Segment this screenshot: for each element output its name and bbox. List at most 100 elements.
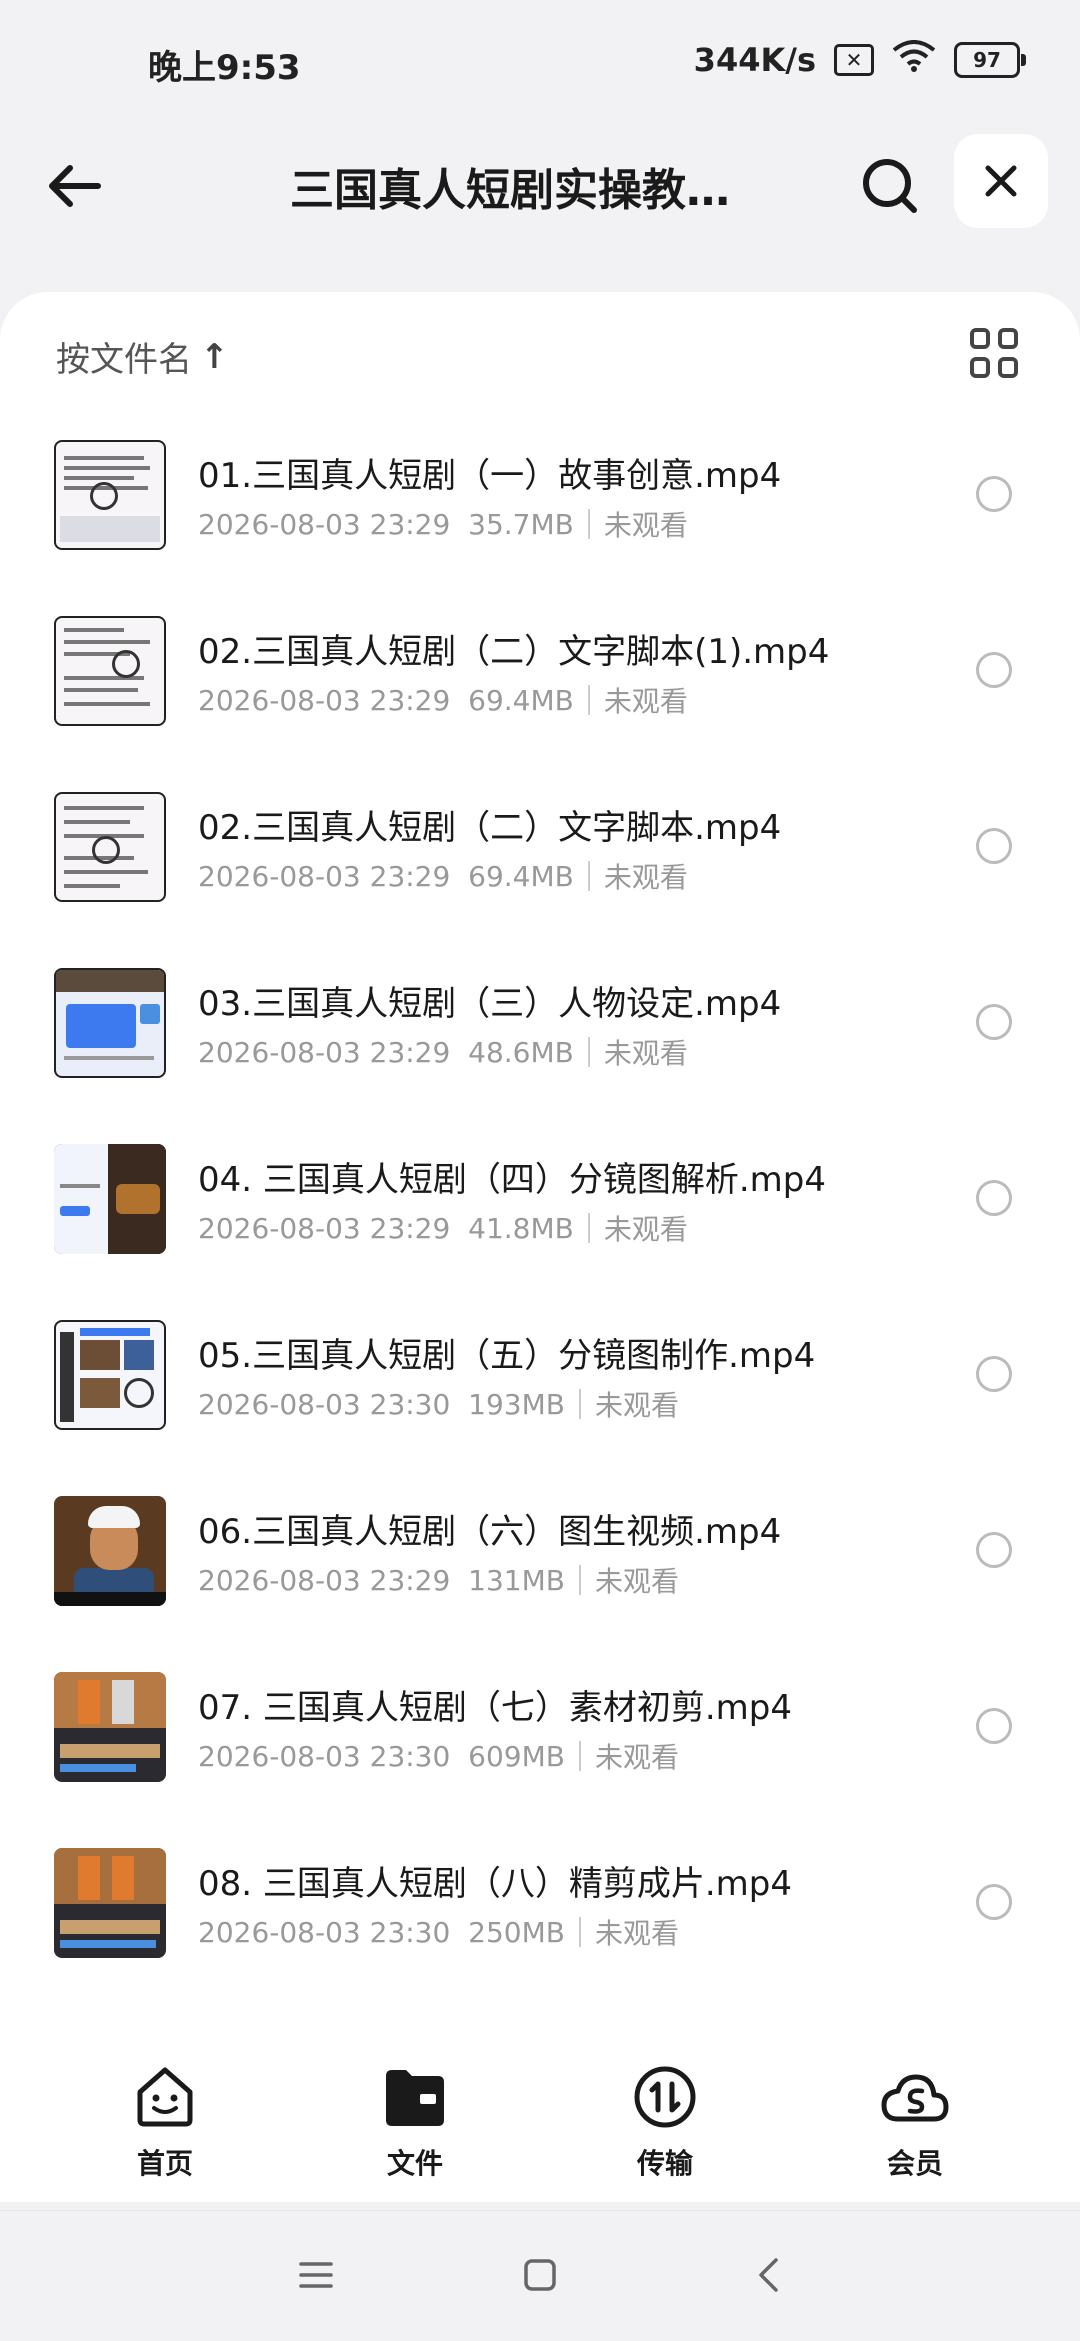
- list-item[interactable]: 04. 三国真人短剧（四）分镜图解析.mp4 2026-08-03 23:29 …: [0, 1134, 1080, 1310]
- file-date: 2026-08-03 23:30: [198, 1739, 451, 1773]
- system-back-button[interactable]: [748, 2255, 788, 2295]
- watch-status: 未观看: [603, 1037, 688, 1070]
- file-meta: 2026-08-03 23:30 193MB 未观看: [198, 1384, 679, 1424]
- video-thumbnail: [54, 1144, 166, 1254]
- select-radio[interactable]: [976, 1708, 1012, 1744]
- divider: [587, 1037, 590, 1067]
- back-chevron-icon: [759, 2258, 778, 2292]
- file-size: 193MB: [468, 1387, 565, 1421]
- sort-label: 按文件名: [56, 340, 192, 380]
- file-name: 02.三国真人短剧（二）文字脚本(1).mp4: [198, 632, 830, 672]
- list-item[interactable]: 03.三国真人短剧（三）人物设定.mp4 2026-08-03 23:29 48…: [0, 958, 1080, 1134]
- watch-status: 未观看: [594, 1565, 679, 1598]
- search-button[interactable]: [852, 148, 928, 224]
- select-radio[interactable]: [976, 828, 1012, 864]
- file-date: 2026-08-03 23:29: [198, 859, 451, 893]
- select-radio[interactable]: [976, 1532, 1012, 1568]
- video-thumbnail: [54, 1320, 166, 1430]
- nav-label: 首页: [136, 2147, 193, 2180]
- select-radio[interactable]: [976, 1884, 1012, 1920]
- video-thumbnail: [54, 792, 166, 902]
- watch-status: 未观看: [603, 861, 688, 894]
- select-radio[interactable]: [976, 476, 1012, 512]
- file-meta: 2026-08-03 23:29 48.6MB 未观看: [198, 1032, 688, 1072]
- file-date: 2026-08-03 23:29: [198, 507, 451, 541]
- status-bar: 晚上9:53 344K/s ✕ 97: [0, 0, 1080, 130]
- wifi-icon: [892, 40, 936, 80]
- watch-status: 未观看: [603, 1213, 688, 1246]
- file-size: 69.4MB: [468, 859, 574, 893]
- file-meta: 2026-08-03 23:29 69.4MB 未观看: [198, 680, 688, 720]
- watch-status: 未观看: [603, 685, 688, 718]
- list-item[interactable]: 02.三国真人短剧（二）文字脚本.mp4 2026-08-03 23:29 69…: [0, 782, 1080, 958]
- list-item[interactable]: 05.三国真人短剧（五）分镜图制作.mp4 2026-08-03 23:30 1…: [0, 1310, 1080, 1486]
- system-home-button[interactable]: [520, 2255, 560, 2295]
- file-size: 609MB: [468, 1739, 565, 1773]
- page-title: 三国真人短剧实操教学...: [290, 165, 770, 216]
- grid-cell: [998, 357, 1018, 378]
- grid-cell: [970, 357, 990, 378]
- vip-cloud-icon: [880, 2062, 950, 2132]
- status-indicators: 344K/s ✕ 97: [693, 40, 1026, 80]
- transfer-icon: [630, 2062, 700, 2132]
- close-button[interactable]: [954, 134, 1048, 228]
- status-time: 晚上9:53: [148, 48, 301, 88]
- select-radio[interactable]: [976, 652, 1012, 688]
- watch-status: 未观看: [603, 509, 688, 542]
- sort-arrow-up-icon: ↑: [200, 336, 229, 377]
- divider: [587, 685, 590, 715]
- divider: [578, 1389, 581, 1419]
- list-item[interactable]: 02.三国真人短剧（二）文字脚本(1).mp4 2026-08-03 23:29…: [0, 606, 1080, 782]
- video-thumbnail: [54, 616, 166, 726]
- nav-label: 文件: [386, 2147, 443, 2180]
- file-size: 48.6MB: [468, 1035, 574, 1069]
- video-thumbnail: [54, 1848, 166, 1958]
- file-meta: 2026-08-03 23:29 69.4MB 未观看: [198, 856, 688, 896]
- divider: [587, 861, 590, 891]
- list-item[interactable]: 07. 三国真人短剧（七）素材初剪.mp4 2026-08-03 23:30 6…: [0, 1662, 1080, 1838]
- network-speed: 344K/s: [693, 41, 816, 79]
- file-date: 2026-08-03 23:29: [198, 1211, 451, 1245]
- system-nav-bar: [0, 2210, 1080, 2341]
- sim-off-icon: ✕: [834, 44, 874, 76]
- close-icon: [985, 165, 1017, 197]
- select-radio[interactable]: [976, 1004, 1012, 1040]
- divider: [578, 1917, 581, 1947]
- list-item[interactable]: 08. 三国真人短剧（八）精剪成片.mp4 2026-08-03 23:30 2…: [0, 1838, 1080, 2014]
- divider: [578, 1741, 581, 1771]
- sort-toggle[interactable]: 按文件名 ↑: [56, 332, 229, 381]
- list-item[interactable]: 06.三国真人短剧（六）图生视频.mp4 2026-08-03 23:29 13…: [0, 1486, 1080, 1662]
- menu-button[interactable]: [296, 2255, 336, 2295]
- file-name: 05.三国真人短剧（五）分镜图制作.mp4: [198, 1336, 816, 1376]
- file-name: 02.三国真人短剧（二）文字脚本.mp4: [198, 808, 782, 848]
- file-size: 250MB: [468, 1915, 565, 1949]
- home-face-icon: [130, 2062, 200, 2132]
- nav-transfer[interactable]: 传输: [540, 2048, 790, 2208]
- back-button[interactable]: [36, 148, 112, 224]
- grid-cell: [998, 328, 1018, 349]
- nav-vip[interactable]: 会员: [790, 2048, 1040, 2208]
- file-list: 01.三国真人短剧（一）故事创意.mp4 2026-08-03 23:29 35…: [0, 430, 1080, 2014]
- arrow-left-icon: [49, 165, 101, 207]
- file-panel: 按文件名 ↑ 01.三国真人短剧（一）故事创意.mp4 2026-08-03 2…: [0, 292, 1080, 2202]
- select-radio[interactable]: [976, 1180, 1012, 1216]
- file-name: 04. 三国真人短剧（四）分镜图解析.mp4: [198, 1160, 827, 1200]
- video-thumbnail: [54, 1496, 166, 1606]
- menu-icon: [299, 2262, 333, 2288]
- file-meta: 2026-08-03 23:29 35.7MB 未观看: [198, 504, 688, 544]
- grid-view-icon: [970, 328, 990, 349]
- file-name: 01.三国真人短剧（一）故事创意.mp4: [198, 456, 782, 496]
- divider: [587, 1213, 590, 1243]
- file-date: 2026-08-03 23:30: [198, 1387, 451, 1421]
- divider: [587, 509, 590, 539]
- divider: [578, 1565, 581, 1595]
- grid-view-button[interactable]: [970, 328, 1020, 378]
- select-radio[interactable]: [976, 1356, 1012, 1392]
- file-size: 131MB: [468, 1563, 565, 1597]
- video-thumbnail: [54, 440, 166, 550]
- list-item[interactable]: 01.三国真人短剧（一）故事创意.mp4 2026-08-03 23:29 35…: [0, 430, 1080, 606]
- home-square-icon: [524, 2259, 556, 2291]
- nav-files[interactable]: 文件: [290, 2048, 540, 2208]
- nav-home[interactable]: 首页: [40, 2048, 290, 2208]
- file-name: 03.三国真人短剧（三）人物设定.mp4: [198, 984, 782, 1024]
